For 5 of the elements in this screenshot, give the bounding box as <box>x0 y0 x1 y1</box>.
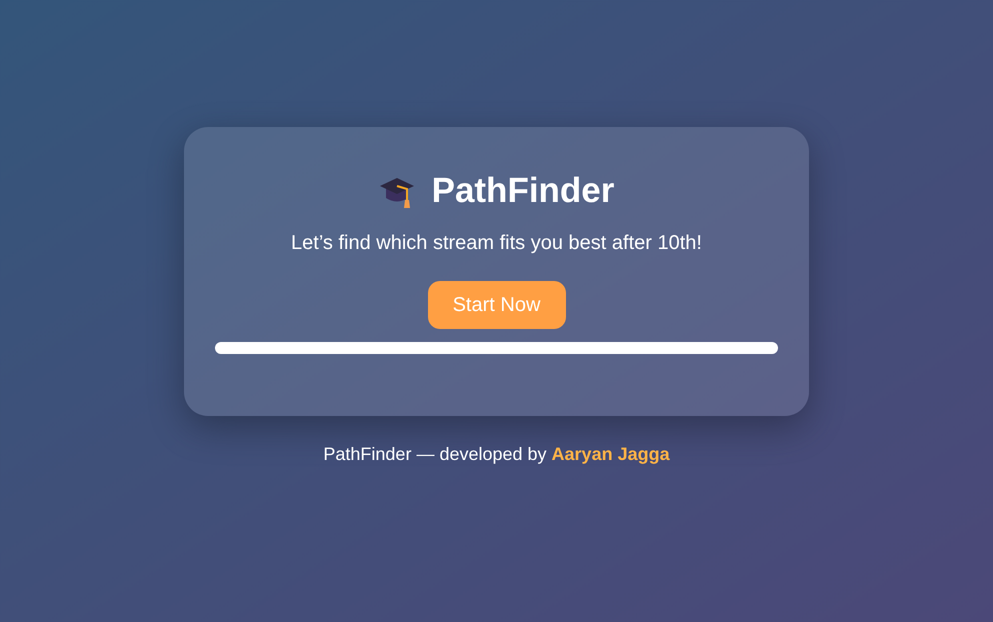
author-name: Aaryan Jagga <box>552 444 670 464</box>
footer-text: PathFinder — developed by <box>323 444 547 464</box>
app-title: PathFinder <box>432 171 614 211</box>
start-now-button[interactable]: Start Now <box>428 281 566 329</box>
subtitle-text: Let’s find which stream fits you best after 10th! <box>291 231 702 255</box>
